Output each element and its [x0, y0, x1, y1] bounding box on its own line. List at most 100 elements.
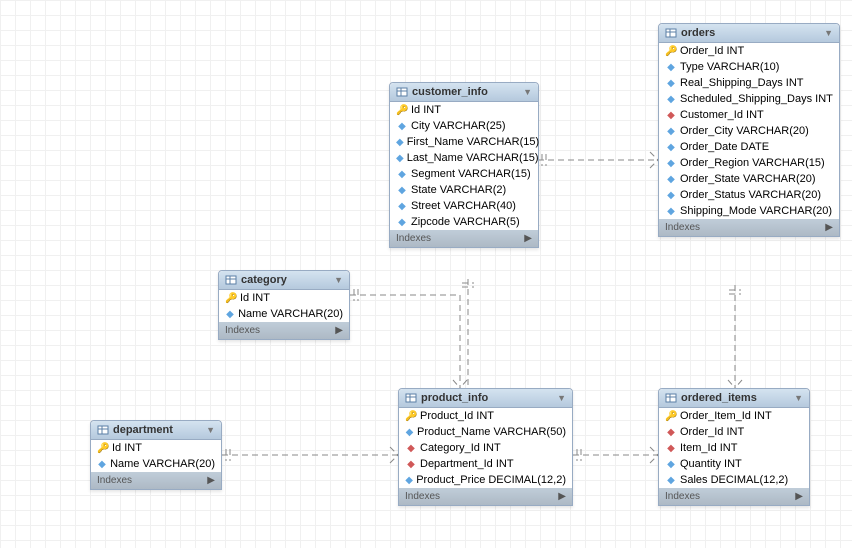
column-row: ◆First_Name VARCHAR(15) [390, 134, 538, 150]
col-icon: ◆ [396, 121, 408, 132]
col-icon: ◆ [665, 158, 677, 169]
pk-icon: 🔑 [225, 293, 237, 304]
column-row: ◆Real_Shipping_Days INT [659, 75, 839, 91]
column-row: ◆Sales DECIMAL(12,2) [659, 472, 809, 488]
column-row: 🔑Order_Item_Id INT [659, 408, 809, 424]
column-row: ◆Category_Id INT [399, 440, 572, 456]
table-header-department[interactable]: department ▼ [91, 421, 221, 440]
pk-icon: 🔑 [405, 411, 417, 422]
column-row: 🔑Id INT [219, 290, 349, 306]
column-row: ◆Order_Date DATE [659, 139, 839, 155]
columns-ordered-items: 🔑Order_Item_Id INT ◆Order_Id INT ◆Item_I… [659, 408, 809, 488]
col-icon: ◆ [665, 475, 677, 486]
column-row: 🔑Id INT [91, 440, 221, 456]
table-customer-info[interactable]: customer_info ▼ 🔑Id INT ◆City VARCHAR(25… [389, 82, 539, 248]
column-row: 🔑Id INT [390, 102, 538, 118]
pk-icon: 🔑 [396, 105, 408, 116]
col-icon: ◆ [396, 169, 408, 180]
indexes-section[interactable]: Indexes▶ [390, 230, 538, 247]
table-product-info[interactable]: product_info ▼ 🔑Product_Id INT ◆Product_… [398, 388, 573, 506]
table-header-category[interactable]: category ▼ [219, 271, 349, 290]
fk-icon: ◆ [665, 443, 677, 454]
fk-icon: ◆ [405, 443, 417, 454]
table-icon [665, 392, 677, 404]
table-icon [405, 392, 417, 404]
column-row: ◆Name VARCHAR(20) [219, 306, 349, 322]
col-icon: ◆ [665, 94, 677, 105]
table-category[interactable]: category ▼ 🔑Id INT ◆Name VARCHAR(20) Ind… [218, 270, 350, 340]
column-row: ◆Zipcode VARCHAR(5) [390, 214, 538, 230]
table-title: category [241, 274, 334, 286]
col-icon: ◆ [405, 475, 413, 486]
col-icon: ◆ [665, 78, 677, 89]
table-header-product-info[interactable]: product_info ▼ [399, 389, 572, 408]
table-title: customer_info [412, 86, 523, 98]
collapse-icon[interactable]: ▼ [523, 87, 532, 97]
col-icon: ◆ [396, 201, 408, 212]
column-row: ◆Street VARCHAR(40) [390, 198, 538, 214]
col-icon: ◆ [665, 174, 677, 185]
table-header-ordered-items[interactable]: ordered_items ▼ [659, 389, 809, 408]
indexes-section[interactable]: Indexes▶ [219, 322, 349, 339]
fk-icon: ◆ [665, 427, 677, 438]
col-icon: ◆ [665, 459, 677, 470]
column-row: ◆Order_Region VARCHAR(15) [659, 155, 839, 171]
column-row: ◆Scheduled_Shipping_Days INT [659, 91, 839, 107]
table-title: orders [681, 27, 824, 39]
col-icon: ◆ [665, 126, 677, 137]
pk-icon: 🔑 [665, 46, 677, 57]
column-row: ◆Order_City VARCHAR(20) [659, 123, 839, 139]
column-row: ◆City VARCHAR(25) [390, 118, 538, 134]
column-row: ◆Quantity INT [659, 456, 809, 472]
indexes-section[interactable]: Indexes▶ [659, 219, 839, 236]
indexes-section[interactable]: Indexes▶ [91, 472, 221, 489]
collapse-icon[interactable]: ▼ [206, 425, 215, 435]
table-ordered-items[interactable]: ordered_items ▼ 🔑Order_Item_Id INT ◆Orde… [658, 388, 810, 506]
column-row: ◆Order_State VARCHAR(20) [659, 171, 839, 187]
table-title: product_info [421, 392, 557, 404]
table-department[interactable]: department ▼ 🔑Id INT ◆Name VARCHAR(20) I… [90, 420, 222, 490]
table-title: ordered_items [681, 392, 794, 404]
column-row: 🔑Product_Id INT [399, 408, 572, 424]
columns-product-info: 🔑Product_Id INT ◆Product_Name VARCHAR(50… [399, 408, 572, 488]
pk-icon: 🔑 [97, 443, 109, 454]
col-icon: ◆ [665, 62, 677, 73]
table-icon [396, 86, 408, 98]
collapse-icon[interactable]: ▼ [334, 275, 343, 285]
expand-icon: ▶ [825, 222, 833, 233]
collapse-icon[interactable]: ▼ [557, 393, 566, 403]
expand-icon: ▶ [207, 475, 215, 486]
column-row: ◆Segment VARCHAR(15) [390, 166, 538, 182]
collapse-icon[interactable]: ▼ [794, 393, 803, 403]
pk-icon: 🔑 [665, 411, 677, 422]
table-title: department [113, 424, 206, 436]
col-icon: ◆ [396, 185, 408, 196]
column-row: ◆State VARCHAR(2) [390, 182, 538, 198]
indexes-section[interactable]: Indexes▶ [399, 488, 572, 505]
col-icon: ◆ [396, 217, 408, 228]
column-row: ◆Shipping_Mode VARCHAR(20) [659, 203, 839, 219]
col-icon: ◆ [225, 309, 235, 320]
column-row: ◆Product_Name VARCHAR(50) [399, 424, 572, 440]
table-icon [225, 274, 237, 286]
col-icon: ◆ [665, 142, 677, 153]
col-icon: ◆ [405, 427, 414, 438]
indexes-section[interactable]: Indexes▶ [659, 488, 809, 505]
column-row: ◆Product_Price DECIMAL(12,2) [399, 472, 572, 488]
column-row: ◆Last_Name VARCHAR(15) [390, 150, 538, 166]
col-icon: ◆ [396, 153, 404, 164]
table-icon [665, 27, 677, 39]
fk-icon: ◆ [405, 459, 417, 470]
expand-icon: ▶ [558, 491, 566, 502]
column-row: ◆Order_Id INT [659, 424, 809, 440]
column-row: ◆Order_Status VARCHAR(20) [659, 187, 839, 203]
collapse-icon[interactable]: ▼ [824, 28, 833, 38]
column-row: ◆Department_Id INT [399, 456, 572, 472]
columns-category: 🔑Id INT ◆Name VARCHAR(20) [219, 290, 349, 322]
table-orders[interactable]: orders ▼ 🔑Order_Id INT ◆Type VARCHAR(10)… [658, 23, 840, 237]
table-header-customer-info[interactable]: customer_info ▼ [390, 83, 538, 102]
columns-customer-info: 🔑Id INT ◆City VARCHAR(25) ◆First_Name VA… [390, 102, 538, 230]
table-header-orders[interactable]: orders ▼ [659, 24, 839, 43]
expand-icon: ▶ [335, 325, 343, 336]
col-icon: ◆ [665, 190, 677, 201]
